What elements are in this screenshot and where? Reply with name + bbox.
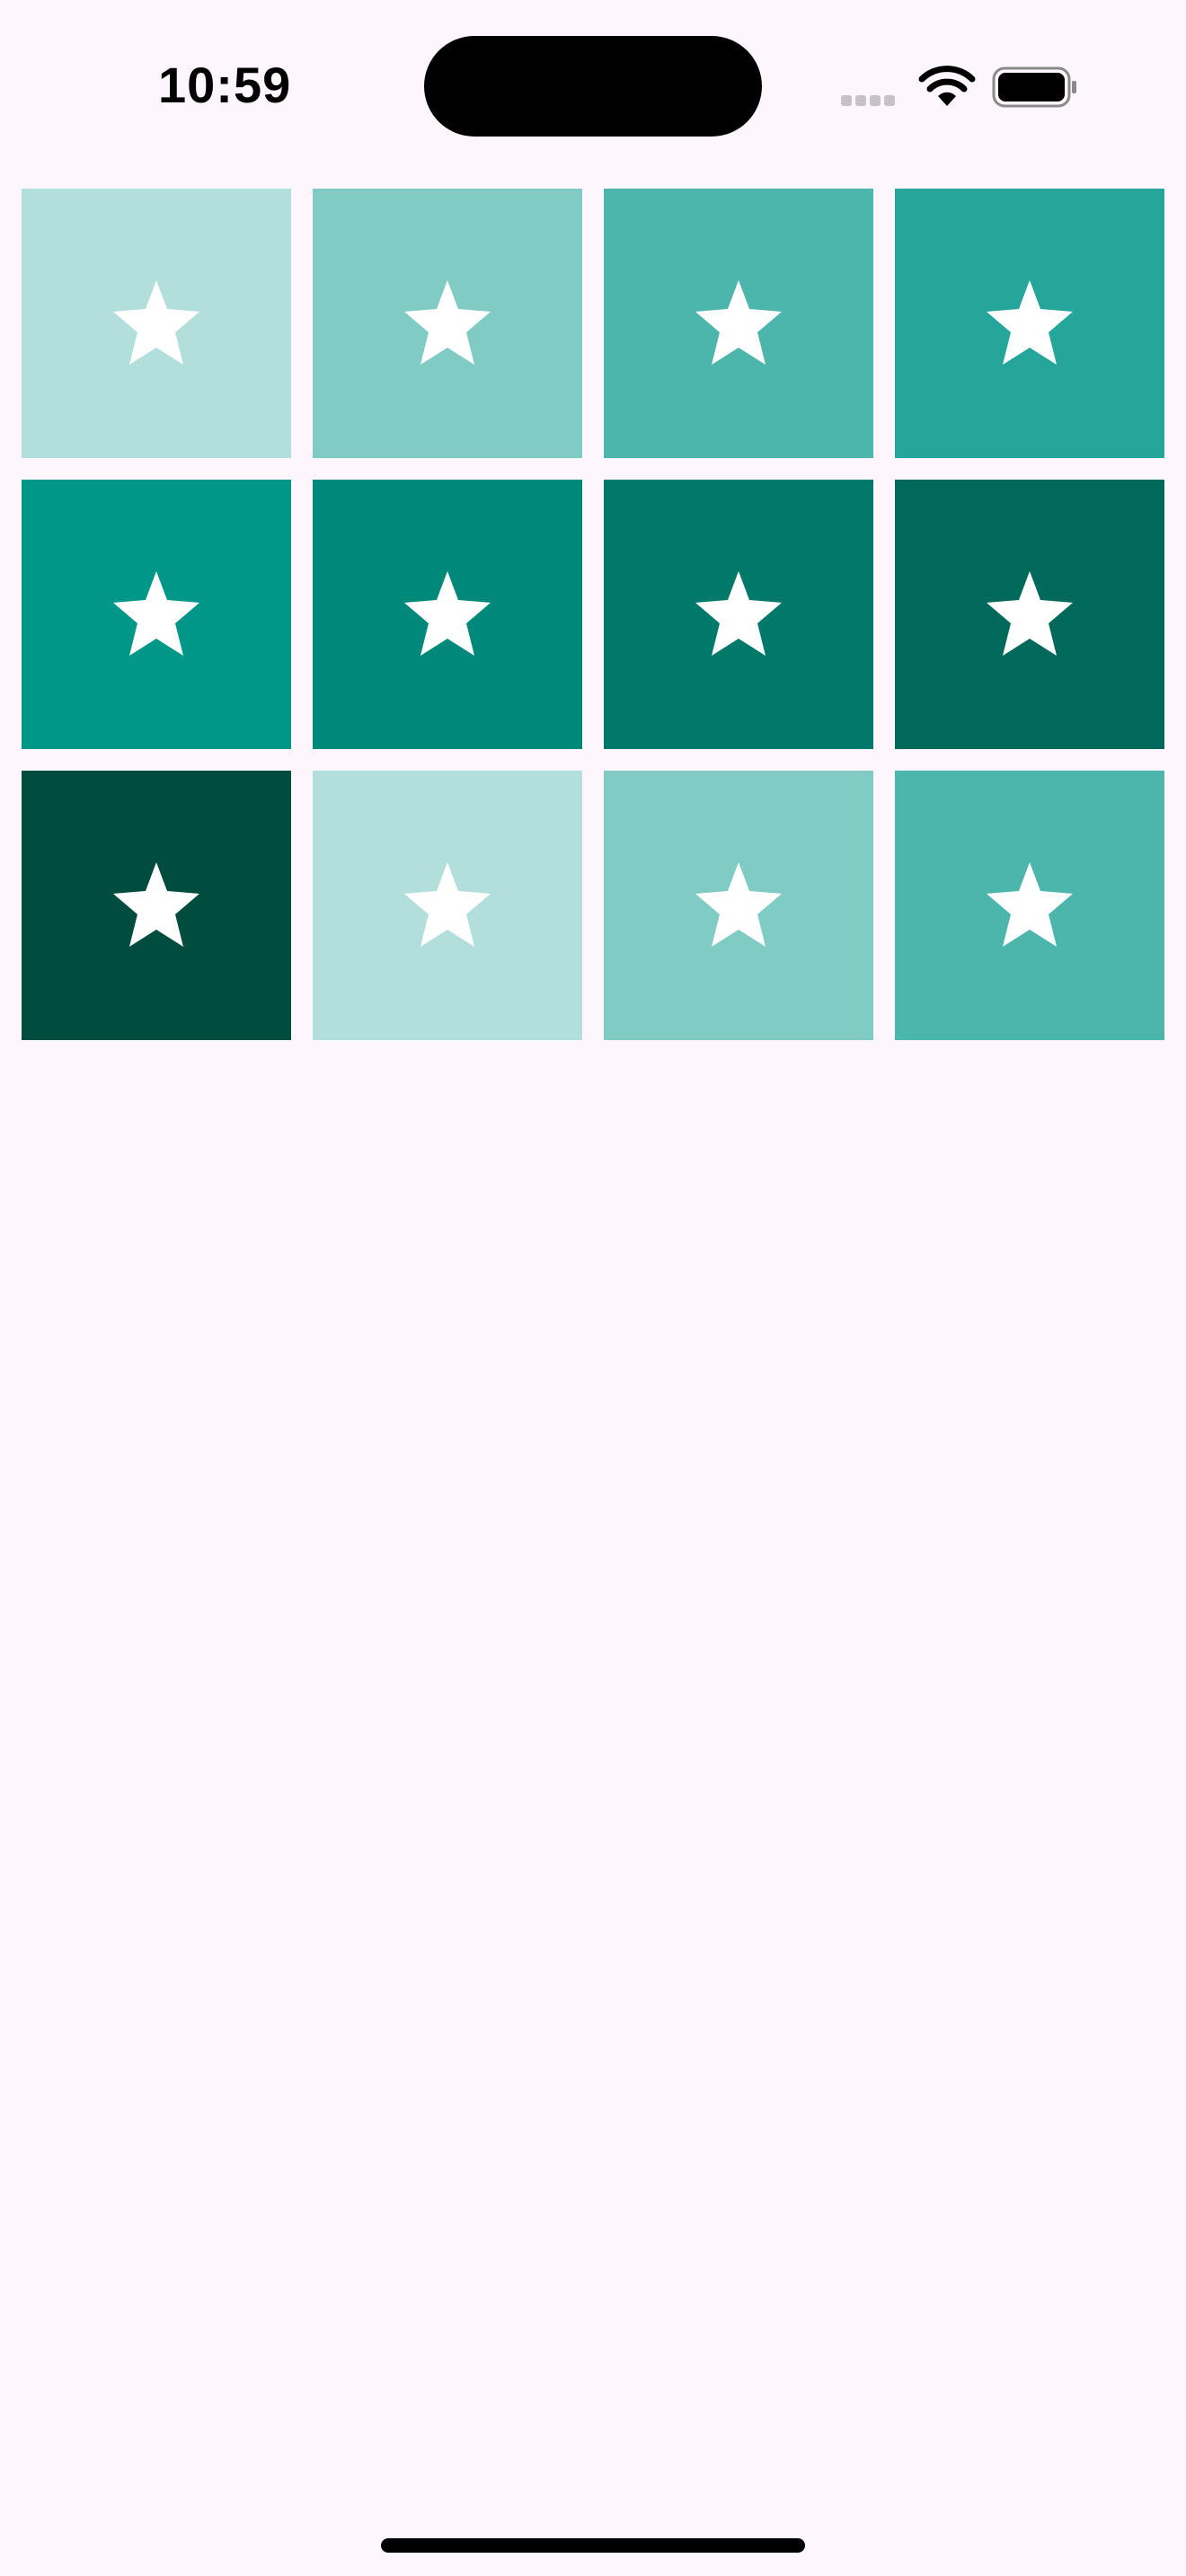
star-icon: [987, 862, 1073, 947]
star-icon: [113, 571, 199, 656]
star-tile[interactable]: [313, 480, 582, 749]
star-tile-grid: [22, 189, 1164, 1040]
star-icon: [987, 571, 1073, 656]
status-bar: 10:59: [0, 0, 1186, 171]
cellular-signal-icon: [841, 93, 900, 108]
star-tile[interactable]: [22, 189, 291, 458]
star-icon: [404, 571, 491, 656]
star-icon: [404, 280, 491, 365]
star-tile[interactable]: [604, 771, 873, 1040]
star-icon: [695, 280, 782, 365]
status-time: 10:59: [158, 57, 292, 113]
star-tile[interactable]: [313, 189, 582, 458]
star-icon: [695, 571, 782, 656]
battery-icon: [992, 66, 1076, 108]
home-indicator[interactable]: [381, 2538, 805, 2553]
star-tile[interactable]: [22, 480, 291, 749]
star-tile[interactable]: [604, 189, 873, 458]
dynamic-island: [424, 36, 762, 137]
star-tile[interactable]: [895, 480, 1164, 749]
star-icon: [987, 280, 1073, 365]
star-icon: [113, 862, 199, 947]
star-icon: [113, 280, 199, 365]
star-tile[interactable]: [604, 480, 873, 749]
star-icon: [695, 862, 782, 947]
star-tile[interactable]: [313, 771, 582, 1040]
star-icon: [404, 862, 491, 947]
star-tile[interactable]: [895, 771, 1164, 1040]
star-tile[interactable]: [22, 771, 291, 1040]
star-tile[interactable]: [895, 189, 1164, 458]
wifi-icon: [918, 66, 976, 106]
